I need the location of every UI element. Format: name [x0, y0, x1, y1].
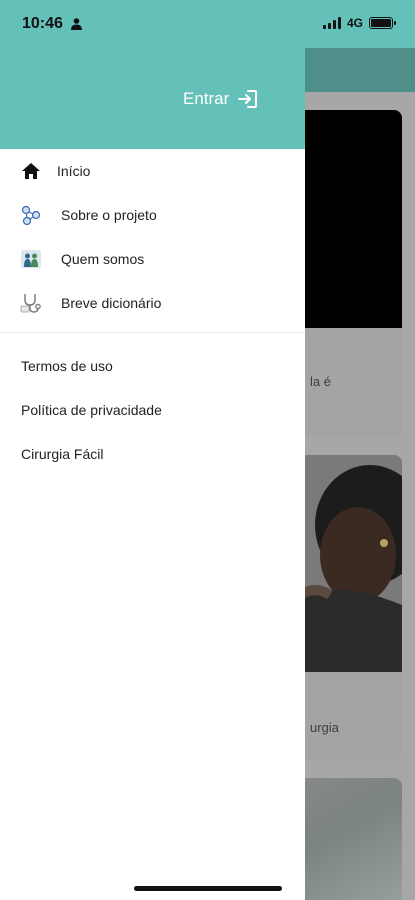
menu-divider — [0, 332, 305, 333]
menu-item-label: Breve dicionário — [61, 295, 162, 311]
signal-icon — [322, 17, 341, 29]
card-caption: urgia — [310, 720, 339, 735]
menu-item-quem-somos[interactable]: Quem somos — [0, 237, 305, 281]
link-politica-de-privacidade[interactable]: Política de privacidade — [0, 388, 305, 432]
menu-item-label: Sobre o projeto — [61, 207, 157, 223]
link-cirurgia-facil[interactable]: Cirurgia Fácil — [0, 432, 305, 476]
menu-item-inicio[interactable]: Início — [0, 149, 305, 193]
drawer-links: Termos de uso Política de privacidade Ci… — [0, 344, 305, 476]
molecule-icon — [20, 204, 42, 226]
status-time: 10:46 — [22, 15, 63, 32]
menu-item-breve-dicionario[interactable]: Breve dicionário — [0, 281, 305, 325]
status-bar: 10:46 4G — [0, 0, 415, 48]
drawer-menu: Início Sobre o projeto Quem somos Breve … — [0, 149, 305, 325]
home-indicator[interactable] — [134, 886, 282, 891]
login-icon — [238, 90, 258, 108]
menu-item-label: Quem somos — [61, 251, 145, 267]
link-termos-de-uso[interactable]: Termos de uso — [0, 344, 305, 388]
stethoscope-icon — [20, 292, 42, 314]
navigation-drawer: Entrar Início Sobre o projeto Quem somos… — [0, 0, 305, 900]
team-icon — [20, 248, 42, 270]
network-type: 4G — [346, 16, 363, 30]
menu-item-sobre-o-projeto[interactable]: Sobre o projeto — [0, 193, 305, 237]
home-icon — [20, 160, 42, 182]
menu-item-label: Início — [57, 163, 91, 179]
person-icon — [71, 18, 82, 30]
login-label: Entrar — [183, 89, 230, 108]
card-caption: la é — [310, 374, 331, 389]
battery-icon — [369, 17, 396, 29]
status-indicators: 4G — [322, 16, 396, 30]
login-button[interactable]: Entrar — [183, 88, 259, 110]
